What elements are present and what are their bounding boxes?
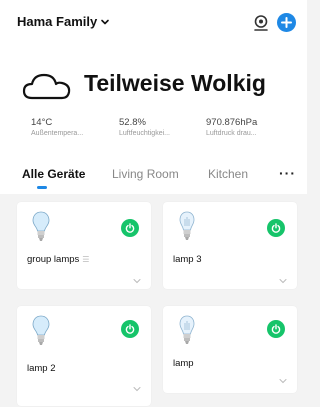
bulb-icon xyxy=(32,211,50,241)
device-card-group-lamps[interactable]: group lamps ☰ xyxy=(17,202,151,289)
weather-stat-temperature: 14°C Außentempera... xyxy=(31,117,83,137)
stat-value: 14°C xyxy=(31,117,53,128)
cloud-icon xyxy=(22,73,71,100)
chevron-down-icon[interactable] xyxy=(133,386,141,392)
device-name: group lamps ☰ xyxy=(27,254,89,265)
tab-living-room[interactable]: Living Room xyxy=(112,167,179,181)
device-card-lamp[interactable]: lamp xyxy=(163,306,297,393)
add-icon xyxy=(281,17,292,28)
power-icon xyxy=(271,324,281,334)
room-tabs: Alle Geräte Living Room Kitchen ··· xyxy=(0,150,307,194)
power-toggle[interactable] xyxy=(121,219,139,237)
tab-all-devices[interactable]: Alle Geräte xyxy=(22,167,85,181)
power-toggle[interactable] xyxy=(267,320,285,338)
device-card-lamp-3[interactable]: lamp 3 xyxy=(163,202,297,289)
bulb-icon xyxy=(32,315,50,345)
home-selector[interactable]: Hama Family xyxy=(17,14,110,29)
device-name: lamp 3 xyxy=(173,254,202,265)
device-card-lamp-2[interactable]: lamp 2 xyxy=(17,306,151,406)
chevron-down-icon[interactable] xyxy=(279,378,287,384)
stat-label: Außentempera... xyxy=(31,130,84,137)
stat-label: Luftdruck drau... xyxy=(206,130,257,137)
stat-value: 52.8% xyxy=(119,117,146,128)
chevron-down-icon[interactable] xyxy=(279,278,287,284)
add-device-button[interactable] xyxy=(277,13,296,32)
app-root: Hama Family Teilweise Wolkig 14°C Außent… xyxy=(0,0,307,407)
chevron-down-icon xyxy=(101,19,110,24)
tab-kitchen[interactable]: Kitchen xyxy=(208,167,248,181)
weather-stat-pressure: 970.876hPa Luftdruck drau... xyxy=(206,117,257,137)
bulb-icon xyxy=(179,315,195,344)
stat-value: 970.876hPa xyxy=(206,117,258,128)
top-bar: Hama Family xyxy=(0,0,307,44)
bulb-icon xyxy=(179,211,195,240)
scene-icon[interactable] xyxy=(253,14,269,32)
weather-panel[interactable]: Teilweise Wolkig 14°C Außentempera... 52… xyxy=(0,44,307,150)
weather-condition: Teilweise Wolkig xyxy=(84,70,266,96)
weather-stat-humidity: 52.8% Luftfeuchtigkei... xyxy=(119,117,170,137)
power-toggle[interactable] xyxy=(267,219,285,237)
list-icon: ☰ xyxy=(82,255,90,264)
device-name: lamp xyxy=(173,358,194,369)
power-toggle[interactable] xyxy=(121,320,139,338)
power-icon xyxy=(125,324,135,334)
device-grid: group lamps ☰ lamp 3 lamp 2 lamp xyxy=(0,194,307,407)
power-icon xyxy=(271,223,281,233)
power-icon xyxy=(125,223,135,233)
stat-label: Luftfeuchtigkei... xyxy=(119,130,170,137)
home-name: Hama Family xyxy=(17,14,98,29)
device-name-text: group lamps xyxy=(27,254,80,265)
device-name: lamp 2 xyxy=(27,363,56,374)
active-tab-indicator xyxy=(37,186,47,189)
more-tabs-button[interactable]: ··· xyxy=(279,165,296,181)
chevron-down-icon[interactable] xyxy=(133,278,141,284)
